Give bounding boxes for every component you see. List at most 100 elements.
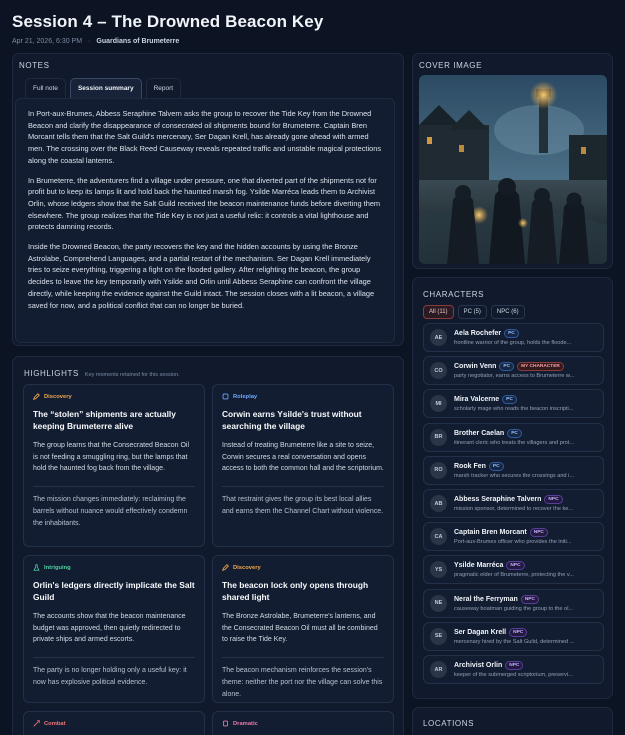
highlight-tag: Roleplay [222, 393, 384, 400]
avatar: SE [430, 627, 447, 645]
session-date: Apr 21, 2026, 6:30 PM [12, 38, 83, 45]
avatar: AE [430, 329, 447, 346]
highlight-card[interactable]: Roleplay Corwin earns Ysilde's trust wit… [212, 384, 394, 547]
tab-full-note[interactable]: Full note [25, 78, 66, 99]
cover-illustration [419, 75, 607, 264]
highlight-tag: Intriguing [33, 564, 195, 571]
character-line: Brother Caelan PC [454, 428, 598, 438]
character-type-badge: NPC [509, 627, 528, 637]
character-type-badge: NPC [506, 561, 525, 571]
character-name: Archivist Orlin [454, 662, 503, 669]
meta-separator: · [88, 38, 91, 45]
character-info: Archivist Orlin NPC keeper of the submerge… [454, 661, 598, 678]
character-row[interactable]: AE Aela Rochefer PC frontline warrior of th… [423, 323, 604, 352]
character-description: mission sponsor, determined to recover t… [454, 506, 574, 512]
cover-title: COVER IMAGE [419, 61, 483, 70]
character-type-badge: NPC [520, 594, 539, 604]
character-description: causeway boatman guiding the group to th… [454, 605, 574, 612]
highlight-title: Corwin earns Ysilde's trust without sear… [222, 409, 362, 431]
flask-icon [33, 564, 40, 571]
character-info: Ysilde Marréca NPC pragmatic elder of Brum… [454, 561, 598, 578]
character-type-badge: PC [504, 329, 519, 338]
character-type-badge: PC [488, 461, 504, 471]
locations-panel: LOCATIONS [412, 707, 613, 735]
character-line: Captain Bren Morcant NPC [454, 528, 598, 538]
cover-image[interactable] [419, 75, 607, 264]
character-info: Captain Bren Morcant NPC Port-aux-Brumes o… [454, 528, 598, 545]
highlight-title: Orlin's ledgers directly implicate the S… [33, 580, 195, 602]
pencil-icon [33, 393, 40, 400]
mask-icon [222, 393, 229, 400]
summary-paragraph: In Port-aux-Brumes, Abbess Seraphine Tal… [28, 109, 382, 165]
character-name: Neral the Ferryman [454, 595, 518, 603]
character-name: Ysilde Marréca [454, 562, 504, 570]
character-type-badge: PC [502, 395, 517, 405]
avatar: NE [430, 594, 447, 612]
character-line: Neral the Ferryman NPC [454, 594, 598, 604]
highlight-card[interactable]: Combat [23, 711, 205, 735]
character-description: marsh tracker who secures the crossings … [454, 472, 575, 479]
tab-session-summary[interactable]: Session summary [69, 78, 142, 99]
character-line: Abbess Seraphine Talvern NPC [454, 495, 598, 504]
highlights-header: HIGHLIGHTS Key moments retained for this… [24, 369, 180, 378]
highlight-tag-label: Combat [44, 720, 66, 727]
highlights-panel: HIGHLIGHTS Key moments retained for this… [12, 356, 404, 735]
tab-report[interactable]: Report [145, 78, 182, 99]
highlight-impact: That restraint gives the group its best … [222, 496, 384, 515]
avatar: AB [430, 495, 447, 512]
character-info: Brother Caelan PC itinerant cleric who tre… [454, 428, 598, 446]
character-name: Abbess Seraphine Talvern [454, 496, 542, 503]
character-type-badge: NPC [544, 495, 563, 504]
character-row[interactable]: CO Corwin Venn PC MY CHARACTER party negotia… [423, 356, 604, 386]
sword-icon [33, 720, 40, 727]
highlight-tag-label: Dramatic [233, 720, 258, 727]
character-row[interactable]: NE Neral the Ferryman NPC causeway boatman … [423, 588, 604, 618]
character-info: Rook Fen PC marsh tracker who secures the … [454, 461, 598, 479]
character-line: Mira Valcerne PC [454, 395, 598, 405]
character-description: pragmatic elder of Brumeterre, protectin… [454, 572, 574, 579]
filter-all[interactable]: All (11) [423, 305, 454, 319]
filter-npc[interactable]: NPC (6) [490, 305, 525, 319]
character-line: Ysilde Marréca NPC [454, 561, 598, 571]
highlight-card[interactable]: Intriguing Orlin's ledgers directly impl… [23, 555, 205, 703]
character-row[interactable]: BR Brother Caelan PC itinerant cleric who t… [423, 422, 604, 452]
highlight-card[interactable]: Dramatic [212, 711, 394, 735]
character-row[interactable]: CA Captain Bren Morcant NPC Port-aux-Brumes… [423, 522, 604, 552]
session-meta: Apr 21, 2026, 6:30 PM · Guardians of Bru… [12, 38, 612, 45]
character-description: frontline warrior of the group, holds th… [454, 340, 572, 346]
character-description: scholarly mage who reads the beacon insc… [454, 406, 574, 413]
character-name: Corwin Venn [454, 363, 497, 371]
character-name: Captain Bren Morcant [454, 529, 527, 537]
character-line: Ser Dagan Krell NPC [454, 627, 598, 637]
character-description: mercenary hired by the Salt Guild, deter… [454, 638, 575, 645]
page-title: Session 4 – The Drowned Beacon Key [12, 12, 324, 31]
highlight-text: The group learns that the Consecrated Be… [33, 442, 190, 473]
drama-icon [222, 720, 229, 727]
highlight-title: The “stolen” shipments are actually keep… [33, 409, 176, 431]
character-name: Brother Caelan [454, 429, 505, 437]
highlight-text: The Bronze Astrolabe, Brumeterre's lante… [222, 613, 378, 644]
avatar: CO [430, 362, 447, 380]
session-summary-text: In Port-aux-Brumes, Abbess Seraphine Tal… [15, 98, 395, 343]
highlight-card[interactable]: Discovery The beacon lock only opens thr… [212, 555, 394, 703]
character-row[interactable]: YS Ysilde Marréca NPC pragmatic elder of Br… [423, 555, 604, 585]
character-row[interactable]: RO Rook Fen PC marsh tracker who secures th… [423, 455, 604, 485]
character-row[interactable]: AB Abbess Seraphine Talvern NPC mission spo… [423, 489, 604, 518]
filter-pc[interactable]: PC (5) [457, 305, 487, 319]
character-name: Aela Rochefer [454, 330, 502, 337]
highlights-title: HIGHLIGHTS [24, 369, 79, 378]
highlight-text: The accounts show that the beacon mainte… [33, 613, 186, 644]
character-row[interactable]: MI Mira Valcerne PC scholarly mage who read… [423, 389, 604, 419]
my-character-badge: MY CHARACTER [517, 362, 564, 372]
highlight-tag: Dramatic [222, 720, 384, 727]
campaign-name[interactable]: Guardians of Brumeterre [96, 38, 179, 45]
character-row[interactable]: SE Ser Dagan Krell NPC mercenary hired by t… [423, 621, 604, 651]
highlight-card[interactable]: Discovery The “stolen” shipments are act… [23, 384, 205, 547]
character-info: Abbess Seraphine Talvern NPC mission spons… [454, 495, 598, 512]
character-row[interactable]: AR Archivist Orlin NPC keeper of the submer… [423, 655, 604, 684]
highlight-tag-label: Discovery [44, 393, 72, 400]
cover-panel: COVER IMAGE [412, 53, 613, 269]
highlight-divider [222, 657, 384, 659]
highlight-tag-label: Intriguing [44, 564, 71, 571]
highlight-tag: Combat [33, 720, 195, 727]
